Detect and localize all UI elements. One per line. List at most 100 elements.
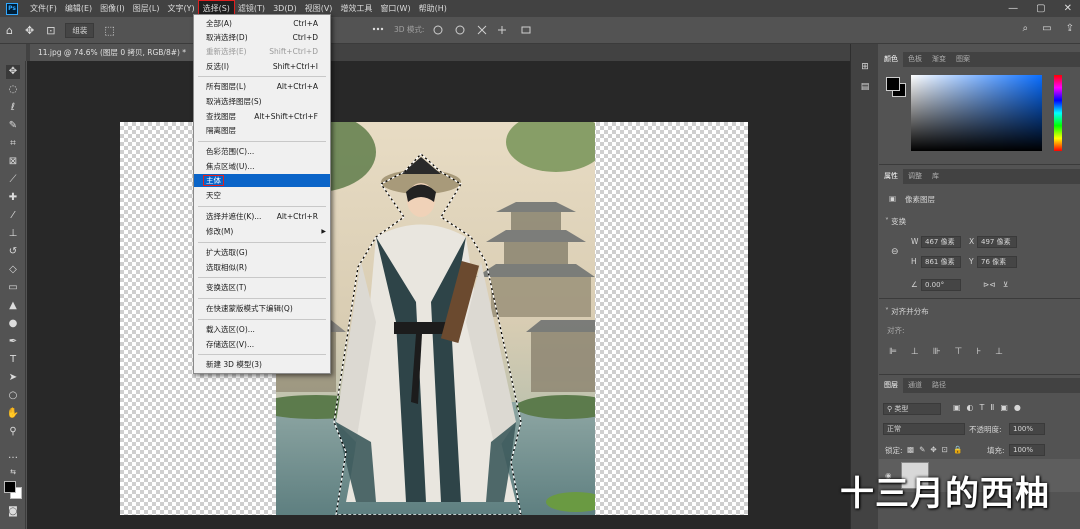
link-icon[interactable]: ⊖	[891, 247, 899, 257]
menu-item-focus-area[interactable]: 焦点区域(U)...	[194, 160, 330, 173]
minimize-button[interactable]: —	[1008, 3, 1018, 14]
threed-tools-icons[interactable]	[432, 24, 542, 36]
menu-item-sky[interactable]: 天空	[194, 189, 330, 202]
move-tool-icon[interactable]: ✥	[25, 24, 34, 37]
blend-mode-select[interactable]: 正常	[883, 423, 965, 435]
menu-item-select-and-mask[interactable]: 选择并遮住(K)... Alt+Ctrl+R	[194, 210, 330, 223]
color-picker-field[interactable]	[911, 75, 1042, 151]
eraser-tool-icon[interactable]: ◇	[6, 263, 20, 277]
menu-item-quick-mask[interactable]: 在快速蒙版模式下编辑(Q)	[194, 302, 330, 315]
menu-item-load-selection[interactable]: 载入选区(O)...	[194, 323, 330, 336]
ellipse-tool-icon[interactable]: ○	[6, 389, 20, 403]
y-input[interactable]: 76 像素	[977, 256, 1017, 268]
width-input[interactable]: 467 像素	[921, 236, 961, 248]
home-icon[interactable]: ⌂	[6, 24, 13, 37]
menu-item-inverse[interactable]: 反选(I) Shift+Ctrl+I	[194, 60, 330, 73]
comments-icon[interactable]: ▤	[859, 82, 871, 94]
hand-tool-icon[interactable]: ✋	[6, 407, 20, 421]
blur-tool-icon[interactable]: ▲	[6, 299, 20, 313]
color-panel-foreground-swatch[interactable]	[886, 77, 900, 91]
swap-colors-icon[interactable]: ⇆	[6, 465, 20, 479]
dodge-tool-icon[interactable]: ●	[6, 317, 20, 331]
lock-icons[interactable]: ▩✎✥⊡🔒	[907, 445, 967, 454]
marquee-tool-icon[interactable]: ◌	[6, 83, 20, 97]
healing-brush-tool-icon[interactable]: ✚	[6, 191, 20, 205]
tab-paths[interactable]: 路径	[927, 378, 951, 393]
menu-item-modify[interactable]: 修改(M) ▶	[194, 225, 330, 238]
tab-libraries[interactable]: 库	[927, 169, 944, 184]
menu-edit[interactable]: 编辑(E)	[61, 1, 96, 16]
crop-tool-icon[interactable]: ⌗	[6, 137, 20, 151]
more-tools-icon[interactable]: …	[6, 449, 20, 463]
tab-channels[interactable]: 通道	[903, 378, 927, 393]
flip-vertical-icon[interactable]: ⊻	[1003, 280, 1009, 289]
menu-item-color-range[interactable]: 色彩范围(C)...	[194, 145, 330, 158]
menu-item-all-layers[interactable]: 所有图层(L) Alt+Ctrl+A	[194, 80, 330, 93]
tab-properties[interactable]: 属性	[879, 169, 903, 184]
history-brush-tool-icon[interactable]: ↺	[6, 245, 20, 259]
layer-filter-select[interactable]: ⚲ 类型	[883, 403, 941, 415]
align-left-icon[interactable]: ⊫	[889, 347, 897, 357]
opacity-input[interactable]: 100%	[1009, 423, 1045, 435]
tab-adjustments[interactable]: 调整	[903, 169, 927, 184]
menu-help[interactable]: 帮助(H)	[415, 1, 451, 16]
clone-stamp-tool-icon[interactable]: ⊥	[6, 227, 20, 241]
flip-horizontal-icon[interactable]: ⊳⊲	[983, 280, 996, 289]
history-icon[interactable]: ⊞	[859, 62, 871, 74]
align-top-icon[interactable]: ⊤	[955, 347, 963, 357]
document-tab[interactable]: 11.jpg @ 74.6% (图层 0 拷贝, RGB/8#) * ×	[30, 44, 207, 61]
align-bottom-icon[interactable]: ⊥	[995, 347, 1003, 357]
frame-tool-icon[interactable]: ⊠	[6, 155, 20, 169]
zoom-tool-icon[interactable]: ⚲	[6, 425, 20, 439]
auto-select-icon[interactable]: ⊡	[46, 24, 55, 37]
search-icon[interactable]: ⌕	[1023, 23, 1029, 34]
menu-item-subject[interactable]: 主体	[194, 174, 330, 187]
more-options-icon[interactable]	[372, 26, 384, 32]
menu-item-transform-selection[interactable]: 变换选区(T)	[194, 281, 330, 294]
quick-select-tool-icon[interactable]: ✎	[6, 119, 20, 133]
menu-item-grow[interactable]: 扩大选取(G)	[194, 246, 330, 259]
menu-item-deselect[interactable]: 取消选择(D) Ctrl+D	[194, 31, 330, 44]
lasso-tool-icon[interactable]: ℓ	[6, 101, 20, 115]
align-center-h-icon[interactable]: ⊥	[911, 347, 919, 357]
menu-window[interactable]: 窗口(W)	[376, 1, 414, 16]
canvas-area[interactable]	[27, 61, 850, 529]
menu-item-similar[interactable]: 选取相似(R)	[194, 261, 330, 274]
menu-plugins[interactable]: 增效工具	[336, 1, 376, 16]
angle-input[interactable]: 0.00°	[921, 279, 961, 291]
menu-item-deselect-layers[interactable]: 取消选择图层(S)	[194, 95, 330, 108]
menu-item-save-selection[interactable]: 存储选区(V)...	[194, 338, 330, 351]
menu-item-select-all[interactable]: 全部(A) Ctrl+A	[194, 17, 330, 30]
transform-header[interactable]: ˅ 变换	[885, 216, 906, 227]
align-mode-select[interactable]: 组装	[65, 22, 95, 38]
menu-item-find-layers[interactable]: 查找图层 Alt+Shift+Ctrl+F	[194, 110, 330, 123]
menu-file[interactable]: 文件(F)	[26, 1, 61, 16]
workspace-icon[interactable]: ▭	[1042, 23, 1051, 34]
share-icon[interactable]: ⇪	[1066, 23, 1074, 34]
menu-item-reselect[interactable]: 重新选择(E) Shift+Ctrl+D	[194, 45, 330, 58]
align-header[interactable]: ˅ 对齐并分布	[885, 306, 929, 317]
x-input[interactable]: 497 像素	[977, 236, 1017, 248]
align-right-icon[interactable]: ⊪	[933, 347, 941, 357]
layer-filter-icons[interactable]: ▣◐TⅡ▣●	[953, 403, 1027, 412]
tab-layers[interactable]: 图层	[879, 378, 903, 393]
menu-item-new-3d-model[interactable]: 新建 3D 模型(3)	[194, 358, 330, 371]
fill-input[interactable]: 100%	[1009, 444, 1045, 456]
close-button[interactable]: ✕	[1064, 3, 1072, 14]
type-tool-icon[interactable]: T	[6, 353, 20, 367]
menu-image[interactable]: 图像(I)	[96, 1, 129, 16]
tab-color[interactable]: 颜色	[879, 52, 903, 67]
menu-item-isolate-layers[interactable]: 隔离图层	[194, 124, 330, 137]
brush-tool-icon[interactable]: ⁄	[6, 209, 20, 223]
tab-patterns[interactable]: 图案	[951, 52, 975, 67]
move-tool-icon[interactable]: ✥	[6, 65, 20, 79]
quick-mask-icon[interactable]: ◙	[6, 505, 20, 519]
menu-layer[interactable]: 图层(L)	[129, 1, 164, 16]
eyedropper-tool-icon[interactable]: ⟋	[6, 173, 20, 187]
path-select-tool-icon[interactable]: ➤	[6, 371, 20, 385]
hue-slider[interactable]	[1054, 75, 1062, 151]
pen-tool-icon[interactable]: ✒	[6, 335, 20, 349]
tab-gradients[interactable]: 渐变	[927, 52, 951, 67]
align-center-v-icon[interactable]: ⊦	[976, 347, 981, 357]
gradient-tool-icon[interactable]: ▭	[6, 281, 20, 295]
